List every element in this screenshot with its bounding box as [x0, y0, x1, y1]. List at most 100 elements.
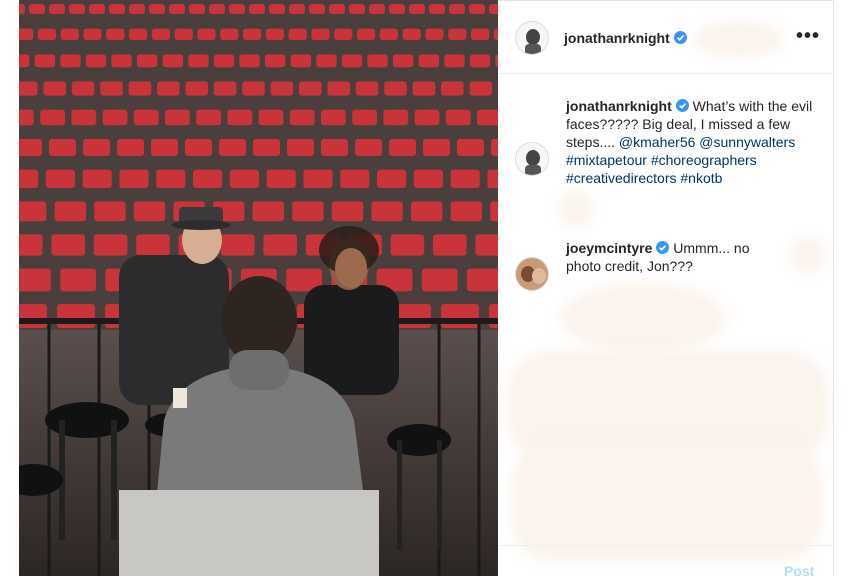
arena-seat — [290, 54, 311, 68]
arena-seat — [136, 234, 170, 256]
arena-seat — [390, 234, 425, 256]
arena-seat — [133, 109, 159, 126]
arena-seat — [421, 268, 458, 292]
arena-seat — [329, 4, 345, 14]
arena-seat — [409, 4, 425, 14]
arena-seat — [197, 28, 216, 40]
arena-seat — [60, 54, 81, 68]
arena-seat — [149, 4, 165, 14]
arena-seat — [402, 28, 421, 40]
arena-seat — [270, 81, 294, 96]
arena-seat — [389, 139, 416, 156]
arena-seat — [71, 109, 97, 126]
arena-seat — [239, 54, 260, 68]
arena-seat — [423, 139, 450, 156]
arena-seat — [489, 304, 498, 328]
arena-seat — [384, 81, 407, 96]
arena-seat — [289, 109, 315, 126]
caption-avatar[interactable] — [515, 142, 549, 176]
arena-seat — [85, 54, 107, 68]
arena-seat — [83, 139, 110, 156]
arena-seat — [185, 81, 208, 96]
arena-seat — [242, 81, 265, 96]
arena-seat — [19, 81, 38, 96]
arena-seat — [475, 234, 498, 256]
arena-seat — [450, 169, 480, 188]
header-username-text[interactable]: jonathanrknight — [564, 30, 670, 46]
arena-seat — [43, 81, 66, 96]
arena-seat — [49, 4, 65, 14]
arena-seat — [162, 54, 183, 68]
hashtag-link[interactable]: #nkotb — [680, 170, 722, 186]
blurred-like-icon — [790, 237, 826, 273]
arena-seat — [45, 169, 75, 188]
arena-seat — [441, 81, 464, 96]
post-photo[interactable] — [19, 0, 498, 576]
more-options-icon[interactable]: ••• — [796, 25, 820, 48]
composer-divider — [498, 545, 834, 546]
avatar-image — [516, 22, 548, 54]
arena-seat — [57, 304, 95, 328]
verified-badge-icon — [673, 31, 687, 44]
arena-seat — [151, 139, 178, 156]
arena-seat — [249, 4, 265, 14]
arena-seat — [309, 4, 325, 14]
arena-seat — [213, 81, 237, 96]
arena-seat — [89, 4, 105, 14]
comment-username[interactable]: joeymcintyre — [566, 240, 652, 256]
arena-seat — [133, 201, 166, 222]
avatar[interactable] — [515, 21, 549, 55]
arena-seat — [243, 28, 262, 40]
arena-seat — [227, 109, 253, 126]
arena-seat — [128, 81, 152, 96]
arena-seat — [19, 304, 47, 328]
post-caption: jonathanrknight What’s with the evil fac… — [566, 97, 828, 187]
arena-seat — [355, 81, 379, 96]
arena-seat — [83, 28, 102, 40]
header-username[interactable]: jonathanrknight — [564, 30, 687, 46]
arena-seat — [379, 28, 398, 40]
arena-seat — [94, 201, 126, 222]
arena-seat — [487, 169, 498, 188]
arena-seat — [321, 139, 348, 156]
arena-seat — [117, 139, 144, 156]
arena-seat — [109, 4, 125, 14]
arena-seat — [19, 139, 42, 156]
hashtag-link[interactable]: #mixtapetour — [566, 152, 647, 168]
arena-seat — [100, 81, 123, 96]
arena-seat — [49, 139, 76, 156]
caption-username[interactable]: jonathanrknight — [566, 98, 672, 114]
arena-seat — [489, 4, 498, 14]
arena-seat — [449, 4, 465, 14]
arena-seat — [311, 28, 330, 40]
arena-seat — [263, 234, 297, 256]
hashtag-link[interactable]: #choreographers — [651, 152, 757, 168]
mention-link[interactable]: @sunnywalters — [699, 134, 795, 150]
arena-seat — [448, 28, 467, 40]
arena-seat — [377, 169, 407, 188]
arena-seat — [411, 201, 443, 222]
arena-seat — [425, 28, 444, 40]
arena-seat — [54, 201, 86, 222]
arena-seat — [213, 54, 235, 68]
commenter-avatar[interactable] — [515, 257, 549, 291]
arena-seat — [418, 54, 439, 68]
post-button[interactable]: Post — [784, 563, 814, 576]
arena-seat — [288, 28, 307, 40]
post-side-panel: jonathanrknight ••• jonathanrknight What… — [498, 0, 834, 576]
arena-seat — [341, 54, 363, 68]
post-header: jonathanrknight ••• — [498, 1, 834, 74]
arena-seat — [316, 54, 337, 68]
arena-seat — [19, 109, 34, 126]
arena-seat — [69, 4, 85, 14]
arena-seat — [457, 139, 484, 156]
arena-seat — [209, 4, 225, 14]
mention-link[interactable]: @kmaher56 — [619, 134, 695, 150]
arena-seat — [352, 109, 377, 126]
blurred-timestamp — [558, 191, 594, 227]
arena-seat — [165, 109, 190, 126]
arena-seat — [106, 28, 125, 40]
hashtag-link[interactable]: #creativedirectors — [566, 170, 677, 186]
arena-seat — [355, 139, 382, 156]
arena-seat — [433, 234, 467, 256]
